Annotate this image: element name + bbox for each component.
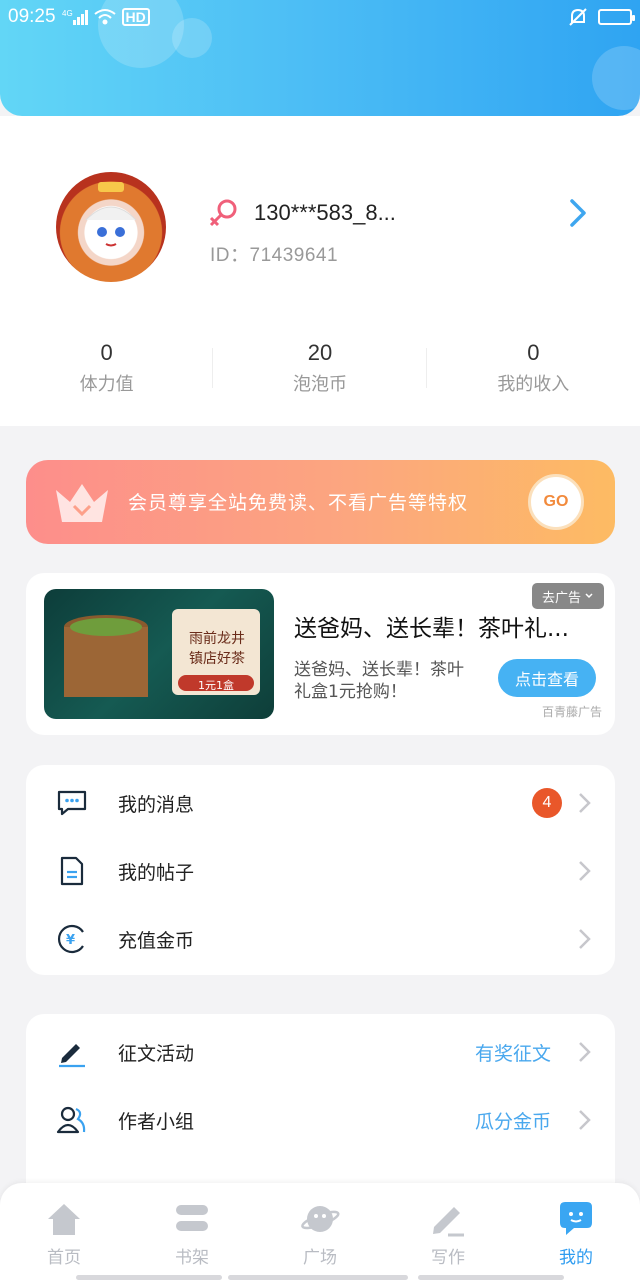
menu-item-messages[interactable]: 我的消息 4 <box>26 769 615 837</box>
message-icon <box>57 790 87 816</box>
signal-icon: 4G <box>62 9 88 25</box>
ad-image-text: 雨前龙井 镇店好茶 <box>189 631 245 667</box>
home-indicator <box>76 1275 222 1280</box>
crown-icon <box>56 484 108 522</box>
menu-extra-link[interactable]: 有奖征文 <box>475 1039 551 1066</box>
stat-bubble-coins[interactable]: 20 泡泡币 <box>213 340 427 400</box>
battery-icon <box>598 9 635 25</box>
ad-image-price: 1元1盒 <box>198 679 234 692</box>
stat-label: 我的收入 <box>497 374 570 395</box>
ad-image[interactable]: 雨前龙井 镇店好茶 1元1盒 <box>44 589 274 719</box>
status-bar: 09:25 4G HD <box>0 0 640 34</box>
chevron-right-icon <box>579 1042 591 1062</box>
menu-label: 作者小组 <box>118 1110 195 1133</box>
gender-female-icon <box>209 199 237 227</box>
status-time: 09:25 <box>8 6 56 27</box>
home-icon <box>48 1204 80 1235</box>
ad-source: 百青藤广告 <box>542 705 603 719</box>
vip-text: 会员尊享全站免费读、不看广告等特权 <box>128 492 469 514</box>
stat-income[interactable]: 0 我的收入 <box>427 340 640 400</box>
ad-view-button[interactable]: 点击查看 <box>498 659 596 697</box>
chevron-right-icon <box>579 861 591 881</box>
stats-row: 0 体力值 20 泡泡币 0 我的收入 <box>0 340 640 400</box>
home-indicator <box>418 1275 564 1280</box>
avatar-illustration <box>85 182 137 256</box>
stat-label: 泡泡币 <box>292 374 347 395</box>
tab-home[interactable]: 首页 <box>0 1183 128 1280</box>
stat-value: 0 <box>100 340 113 365</box>
chat-bubble-icon <box>560 1202 592 1235</box>
menu-label: 我的消息 <box>118 793 195 816</box>
menu-label: 征文活动 <box>118 1042 195 1065</box>
unread-badge: 4 <box>532 788 562 818</box>
remove-ad-label: 去广告 <box>541 590 581 606</box>
user-id: ID：71439641 <box>210 245 339 266</box>
stat-label: 体力值 <box>79 374 134 395</box>
svg-text:4G: 4G <box>62 9 73 18</box>
menu-label: 充值金币 <box>118 929 195 952</box>
menu-item-essay-contest[interactable]: 征文活动 有奖征文 <box>26 1018 615 1086</box>
menu-extra-link[interactable]: 瓜分金币 <box>475 1107 551 1134</box>
tab-label: 广场 <box>303 1248 337 1268</box>
tab-bookshelf[interactable]: 书架 <box>128 1183 256 1280</box>
home-indicator <box>228 1275 408 1280</box>
ad-card[interactable]: 雨前龙井 镇店好茶 1元1盒 送爸妈、送长辈！茶叶礼... 送爸妈、送长辈！茶叶… <box>26 573 615 735</box>
tab-label: 写作 <box>431 1248 465 1268</box>
chevron-right-icon <box>579 793 591 813</box>
stat-stamina[interactable]: 0 体力值 <box>0 340 214 400</box>
chevron-right-icon[interactable] <box>566 198 592 228</box>
remove-ad-button[interactable]: 去广告 <box>532 583 604 609</box>
stat-value: 20 <box>307 340 333 365</box>
hd-icon: HD <box>121 8 150 26</box>
tab-mine[interactable]: 我的 <box>512 1183 640 1280</box>
status-right <box>568 7 635 27</box>
decor-bubble <box>592 46 640 110</box>
svg-text:¥: ¥ <box>66 933 75 948</box>
avatar[interactable] <box>56 172 166 282</box>
chevron-right-icon <box>579 1110 591 1130</box>
pen-icon <box>59 1044 85 1068</box>
menu-item-author-group[interactable]: 作者小组 瓜分金币 <box>26 1086 615 1154</box>
menu-card-primary: 我的消息 4 我的帖子 ¥ 充值金币 <box>26 765 615 975</box>
tab-square[interactable]: 广场 <box>256 1183 384 1280</box>
status-icons: 4G HD <box>62 8 150 26</box>
menu-item-recharge[interactable]: ¥ 充值金币 <box>26 905 615 973</box>
wifi-icon <box>93 9 116 25</box>
group-icon <box>56 1106 86 1134</box>
ad-title[interactable]: 送爸妈、送长辈！茶叶礼... <box>294 609 569 643</box>
tab-label: 首页 <box>47 1248 81 1268</box>
chevron-down-icon <box>585 593 593 599</box>
write-icon <box>433 1207 464 1237</box>
ad-description: 送爸妈、送长辈！茶叶礼盒1元抢购！ <box>294 660 464 702</box>
tab-label: 书架 <box>175 1248 209 1268</box>
planet-icon <box>301 1206 340 1232</box>
document-icon <box>60 856 84 886</box>
menu-item-posts[interactable]: 我的帖子 <box>26 837 615 905</box>
profile-section: 130***583_8... ID：71439641 0 体力值 20 泡泡币 … <box>0 116 640 426</box>
tab-label: 我的 <box>559 1248 593 1268</box>
stat-value: 0 <box>527 340 540 365</box>
username[interactable]: 130***583_8... <box>254 200 396 226</box>
bookshelf-icon <box>176 1205 208 1231</box>
yuan-coin-icon: ¥ <box>58 924 84 954</box>
bell-muted-icon <box>569 8 587 26</box>
vip-banner[interactable]: 会员尊享全站免费读、不看广告等特权 GO <box>26 460 615 544</box>
vip-go-button[interactable]: GO <box>528 474 584 530</box>
menu-label: 我的帖子 <box>118 861 195 884</box>
bottom-tab-bar: 首页 书架 广场 写作 我的 <box>0 1183 640 1280</box>
chevron-right-icon <box>579 929 591 949</box>
tab-write[interactable]: 写作 <box>384 1183 512 1280</box>
